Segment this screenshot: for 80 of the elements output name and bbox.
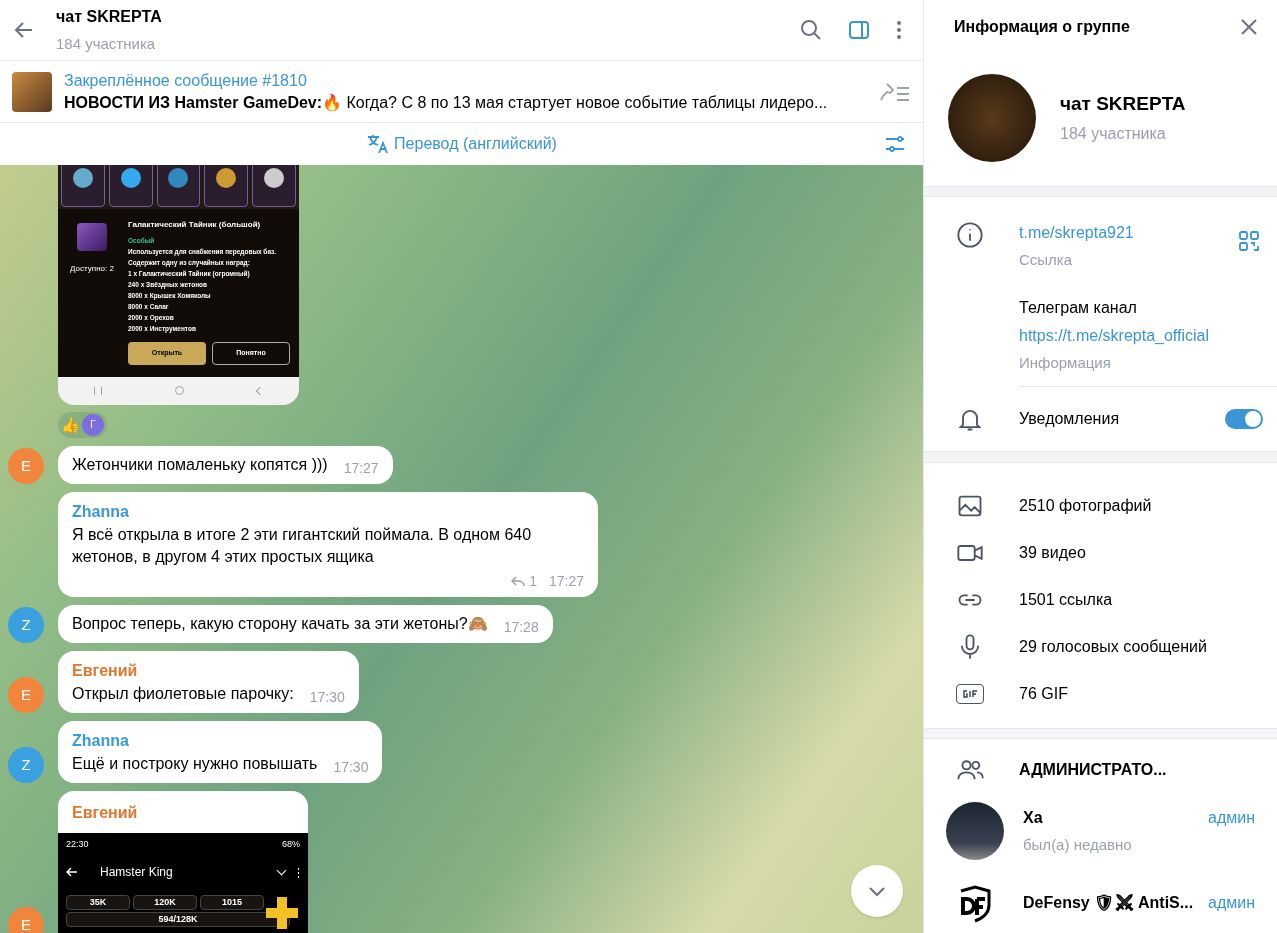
search-icon[interactable] [799, 18, 823, 42]
translate-icon [366, 132, 391, 156]
status-time: 22:30 [66, 837, 89, 851]
resource-counter: 35K [66, 895, 130, 911]
message-text: Открыл фиолетовые парочку: [72, 683, 294, 704]
item-icon [72, 168, 93, 188]
member-count: 184 участника [56, 33, 157, 54]
admin-name: DeFensy 🛡⚔ AntiS... [1023, 893, 1194, 913]
link-label: Ссылка [1019, 250, 1074, 271]
message-time: 17:27 [548, 571, 584, 591]
chat-title: чат SKREPTA [56, 6, 162, 27]
admin-name: Xa [1023, 807, 1043, 828]
media-row[interactable]: 1501 ссылка [924, 576, 1277, 624]
info-icon [956, 221, 984, 250]
battery-level: 68% [282, 837, 300, 851]
reply-count[interactable]: 1 [511, 570, 537, 592]
message-time: 17:28 [503, 617, 539, 637]
item-icon [168, 168, 189, 188]
media-row[interactable]: 76 GIF [924, 670, 1277, 718]
plus-icon [264, 894, 300, 931]
admin-row[interactable]: Xa админ был(а) недавно [924, 801, 1277, 861]
admin-role: админ [1208, 893, 1255, 913]
message-text: Жетончики помаленьку копятся ))) [72, 454, 328, 475]
translate-button[interactable]: Перевод (английский) [366, 132, 557, 156]
pinned-message[interactable]: НОВОСТИ ИЗ Hamster GameDev:🔥 Когда? С 8 по 13 мая стартует новое событие таблицы лидеро... [64, 92, 879, 113]
media-row[interactable]: 29 голосовых сообщений [924, 623, 1277, 671]
recent-apps-icon [94, 386, 103, 395]
message-text: Ещё и построку нужно повышать [72, 753, 318, 774]
admins-heading: АДМИНИСТРАТО... [1019, 760, 1167, 781]
sender-name[interactable]: Zhanna [72, 499, 584, 524]
available-count: Доступно: 2 [70, 263, 114, 275]
media-row[interactable]: 2510 фотографий [924, 482, 1277, 530]
user-avatar: E [8, 906, 44, 933]
item-icon [216, 168, 237, 188]
admin-role: админ [1208, 807, 1255, 828]
item-icon [264, 168, 285, 188]
qr-code-icon[interactable] [1237, 229, 1261, 254]
admin-avatar [946, 802, 1004, 860]
notifications-label: Уведомления [1019, 409, 1120, 430]
message-time: 17:30 [309, 687, 345, 707]
group-name: чат SKREPTA [1060, 91, 1186, 116]
description-text: Телеграм канал [1019, 297, 1138, 318]
group-member-count: 184 участника [1060, 124, 1167, 145]
group-link[interactable]: t.me/skrepta921 [1019, 221, 1134, 246]
sender-name[interactable]: Евгений [58, 800, 308, 833]
panel-title: Информация о группе [954, 17, 1130, 38]
resource-counter: 120K [133, 895, 197, 911]
reactor-avatar: Г [82, 413, 104, 436]
user-avatar: E [8, 676, 44, 713]
resource-counter: 1015 [200, 895, 264, 911]
admin-row[interactable]: DeFensy 🛡⚔ AntiS... админ [924, 873, 1277, 933]
chest-icon [77, 223, 107, 251]
notifications-toggle[interactable] [1225, 409, 1263, 430]
channel-link[interactable]: https://t.me/skrepta_official [1019, 323, 1277, 348]
admin-status: был(а) недавно [1023, 834, 1133, 855]
sender-name[interactable]: Евгений [72, 658, 345, 683]
message-time: 17:27 [343, 458, 379, 478]
gif-icon [956, 684, 984, 705]
user-avatar: Z [8, 746, 44, 783]
item-icon [120, 168, 141, 188]
user-avatar: E [8, 447, 44, 484]
reply-icon [511, 575, 526, 587]
pinned-thumbnail [12, 71, 52, 112]
item-title: Галактический Тайник (большой) [128, 219, 262, 231]
scroll-down-button[interactable] [851, 865, 903, 917]
sidebar-toggle-icon[interactable] [847, 18, 871, 42]
user-avatar: Z [8, 606, 44, 643]
back-arrow-icon [66, 867, 78, 878]
app-title: Hamster King [100, 864, 173, 882]
sender-name[interactable]: Zhanna [72, 728, 369, 753]
pinned-title[interactable]: Закреплённое сообщение #1810 [64, 70, 879, 91]
description-label: Информация [1019, 352, 1112, 373]
message-time: 17:30 [333, 757, 369, 777]
energy-counter: 594/128K [66, 912, 290, 928]
message-text: Вопрос теперь, какую сторону качать за эти жетоны?🙈 [72, 613, 488, 634]
more-icon [297, 866, 300, 878]
message-text: Я всё открыла в итоге 2 эти гигантский поймала. В одном 640 жетонов, в другом 4 этих простых ящика [72, 524, 533, 567]
more-icon[interactable] [895, 18, 903, 42]
media-row[interactable]: 39 видео [924, 529, 1277, 577]
reactions-bar[interactable]: 👍 Г [58, 411, 107, 438]
